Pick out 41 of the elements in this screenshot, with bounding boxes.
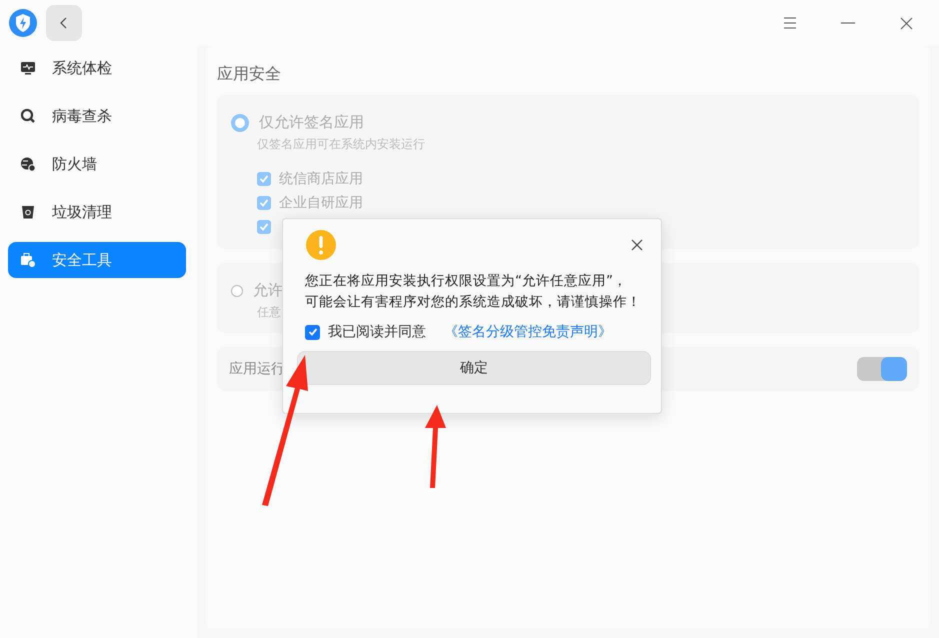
- sidebar-item[interactable]: 系统体检: [8, 50, 186, 86]
- globe-icon: [20, 156, 36, 172]
- monitor-icon: [20, 60, 36, 76]
- bin-icon: [20, 204, 36, 220]
- check-icon: [259, 222, 269, 232]
- radio-button[interactable]: [231, 284, 243, 296]
- toggle-switch[interactable]: [857, 357, 907, 381]
- checkbox[interactable]: [305, 324, 320, 340]
- radio-button[interactable]: [231, 114, 249, 132]
- checkbox[interactable]: [257, 172, 271, 186]
- close-icon: [631, 239, 643, 251]
- checkbox-label: 我已阅读并同意: [328, 323, 426, 341]
- checkbox[interactable]: [257, 220, 271, 234]
- chevron-left-icon: [59, 17, 69, 29]
- disclaimer-link[interactable]: 《签名分级管控免责声明》: [444, 323, 612, 341]
- menu-icon: [783, 17, 797, 29]
- option-label: 允许: [253, 281, 283, 300]
- warning-message: 可能会让有害程序对您的系统造成破坏，请谨慎操作！: [305, 293, 641, 312]
- check-icon: [308, 327, 318, 337]
- toolbox-icon: [20, 252, 36, 268]
- option-description: 仅签名应用可在系统内安装运行: [257, 136, 425, 153]
- back-button[interactable]: [46, 5, 82, 41]
- check-icon: [259, 198, 269, 208]
- check-icon: [259, 174, 269, 184]
- close-icon: [900, 16, 912, 30]
- section-title: 应用安全: [217, 64, 282, 85]
- warning-message: 您正在将应用安装执行权限设置为“允许任意应用”，: [305, 272, 627, 291]
- shield-logo-icon: [8, 8, 38, 38]
- search-icon: [20, 108, 36, 124]
- checkbox[interactable]: [257, 196, 271, 210]
- checkbox-label: 企业自研应用: [279, 194, 363, 212]
- checkbox-label: 统信商店应用: [279, 170, 363, 188]
- option-description: 任意: [257, 304, 281, 321]
- sidebar-item[interactable]: 病毒查杀: [8, 98, 186, 134]
- minimize-icon: [841, 22, 855, 24]
- confirm-button[interactable]: 确定: [297, 351, 651, 385]
- warning-icon: [305, 229, 337, 261]
- sidebar-item[interactable]: 安全工具: [8, 242, 186, 278]
- sidebar-item[interactable]: 防火墙: [8, 146, 186, 182]
- sidebar-item[interactable]: 垃圾清理: [8, 194, 186, 230]
- option-label: 仅允许签名应用: [259, 113, 364, 132]
